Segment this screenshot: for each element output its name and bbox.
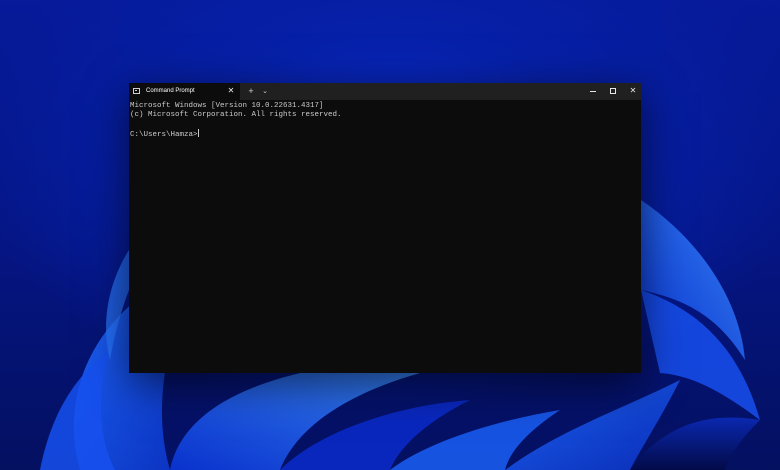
title-bar[interactable]: Command Prompt ✕ + ⌄ ✕ bbox=[129, 83, 641, 100]
close-icon: ✕ bbox=[629, 86, 637, 95]
console-line: Microsoft Windows [Version 10.0.22631.43… bbox=[130, 102, 324, 110]
prompt-text: C:\Users\Hamza> bbox=[130, 131, 198, 139]
minimize-button[interactable] bbox=[583, 83, 603, 100]
tab-close-icon[interactable]: ✕ bbox=[227, 86, 235, 96]
close-button[interactable]: ✕ bbox=[623, 83, 643, 100]
command-prompt-window[interactable]: Command Prompt ✕ + ⌄ ✕ Microsoft Windows… bbox=[129, 83, 641, 373]
console-output[interactable]: Microsoft Windows [Version 10.0.22631.43… bbox=[129, 102, 641, 373]
terminal-icon bbox=[133, 88, 140, 94]
console-line: (c) Microsoft Corporation. All rights re… bbox=[130, 111, 342, 119]
new-tab-button[interactable]: + bbox=[246, 86, 256, 97]
prompt-line[interactable]: C:\Users\Hamza> bbox=[130, 129, 641, 139]
chevron-down-icon[interactable]: ⌄ bbox=[260, 86, 270, 97]
tab-title: Command Prompt bbox=[146, 88, 195, 94]
maximize-icon bbox=[610, 88, 616, 94]
tab-command-prompt[interactable]: Command Prompt ✕ bbox=[129, 83, 240, 100]
text-cursor bbox=[197, 129, 199, 137]
minimize-icon bbox=[590, 91, 596, 92]
maximize-button[interactable] bbox=[603, 83, 623, 100]
